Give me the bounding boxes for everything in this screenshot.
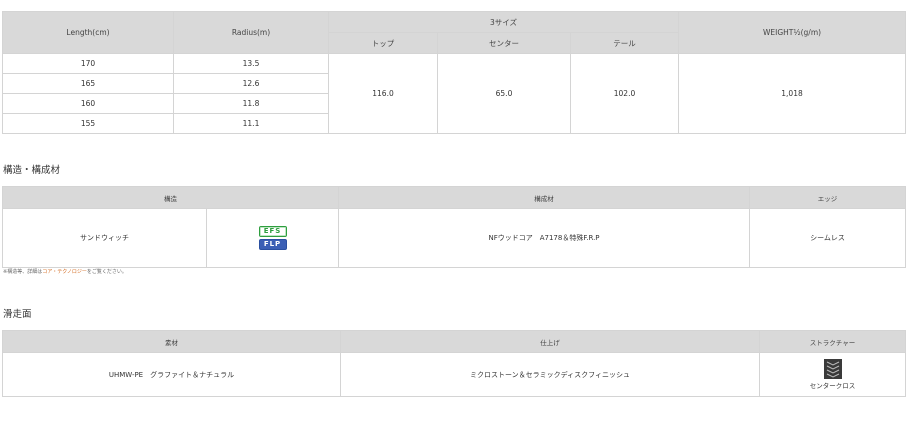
structure-label: センタークロス xyxy=(809,382,856,390)
material-cell: NFウッドコア A7178＆特殊F.R.P xyxy=(338,208,750,268)
structure-note: ※構造等、詳細はコア・テクノロジーをご覧ください。 xyxy=(3,268,127,275)
header-center: センター xyxy=(437,32,571,54)
header-edge: エッジ xyxy=(749,186,906,209)
header-material: 構成材 xyxy=(338,186,750,209)
radius-cell: 13.5 xyxy=(173,53,329,74)
header-finish: 仕上げ xyxy=(340,330,760,353)
top-cell: 116.0 xyxy=(328,53,438,134)
length-cell: 170 xyxy=(2,53,174,74)
base-table: 素材 仕上げ ストラクチャー UHMW-PE グラファイト＆ナチュラル ミクロス… xyxy=(2,330,906,397)
badge-cell: EFS FLP xyxy=(206,208,339,268)
structure-table: 構造 構成材 エッジ サンドウィッチ EFS FLP NFウッドコア A7178… xyxy=(2,186,906,268)
length-cell: 155 xyxy=(2,113,174,134)
spec-table: Length(cm) Radius(m) 3サイズ WEIGHT½(g/m) ト… xyxy=(2,11,907,134)
tail-cell: 102.0 xyxy=(569,53,680,134)
header-three-size: 3サイズ xyxy=(327,11,680,33)
header-length: Length(cm) xyxy=(2,11,174,54)
weight-cell: 1,018 xyxy=(678,53,907,134)
header-radius: Radius(m) xyxy=(173,11,329,54)
table-row: 170 13.5 116.0 65.0 102.0 1,018 xyxy=(2,53,907,134)
structure-cell: サンドウィッチ xyxy=(2,208,207,268)
base-section-title: 滑走面 xyxy=(3,309,32,320)
radius-cell: 11.1 xyxy=(173,113,329,134)
structure-section-title: 構造・構成材 xyxy=(3,165,61,176)
center-cross-icon xyxy=(823,359,842,379)
core-technology-link[interactable]: コア・テクノロジー xyxy=(42,269,87,275)
efs-badge: EFS xyxy=(258,226,287,237)
header-top: トップ xyxy=(328,32,438,54)
edge-cell: シームレス xyxy=(749,208,906,268)
radius-cell: 12.6 xyxy=(173,73,329,94)
length-cell: 165 xyxy=(2,73,174,94)
note-prefix: ※構造等、詳細は xyxy=(3,269,43,275)
length-cell: 160 xyxy=(2,93,174,114)
header-weight: WEIGHT½(g/m) xyxy=(678,11,907,54)
header-structure: 構造 xyxy=(2,186,339,209)
header-base-material: 素材 xyxy=(2,330,341,353)
header-tail: テール xyxy=(569,32,680,54)
base-structure-cell: センタークロス xyxy=(759,352,906,397)
header-base-structure: ストラクチャー xyxy=(759,330,906,353)
note-suffix: をご覧ください。 xyxy=(86,269,127,275)
finish-cell: ミクロストーン＆セラミックディスクフィニッシュ xyxy=(340,352,760,397)
radius-cell: 11.8 xyxy=(173,93,329,114)
center-cell: 65.0 xyxy=(437,53,571,134)
base-material-cell: UHMW-PE グラファイト＆ナチュラル xyxy=(2,352,341,397)
flp-badge: FLP xyxy=(258,239,287,250)
